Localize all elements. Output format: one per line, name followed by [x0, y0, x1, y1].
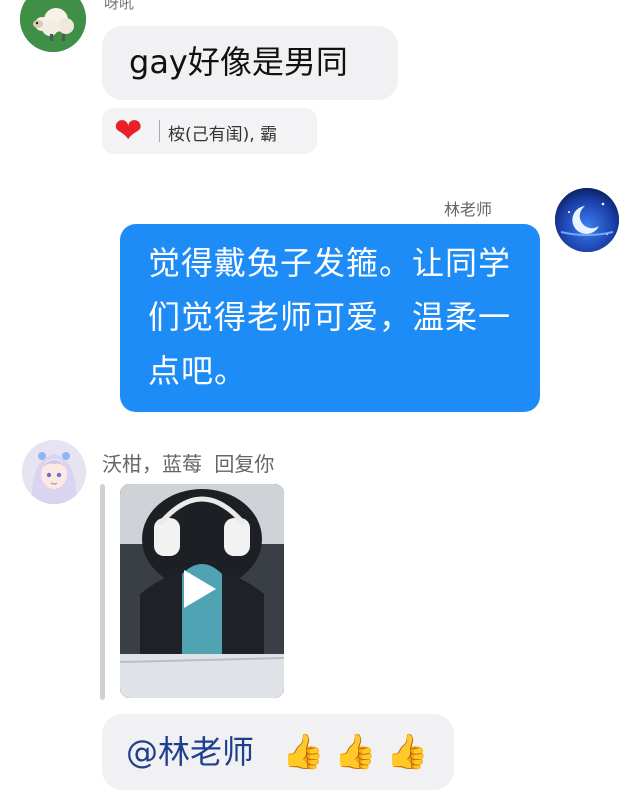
- play-icon[interactable]: [184, 570, 216, 608]
- reaction-users: 桉(己有闺), 霸: [168, 125, 278, 145]
- thumbs-up-icon: 👍: [282, 732, 325, 772]
- reaction-divider: [159, 120, 160, 142]
- heart-icon: ❤: [114, 111, 143, 151]
- reaction-bar[interactable]: ❤ 桉(己有闺), 霸: [102, 108, 317, 154]
- mention-text[interactable]: @林老师: [126, 732, 254, 772]
- sender-avatar[interactable]: [22, 440, 86, 504]
- reply-label: 回复你: [214, 452, 275, 476]
- message-bubble[interactable]: gay好像是男同: [102, 26, 398, 100]
- sender-name: 呀吼: [104, 0, 135, 12]
- message-text: gay好像是男同: [129, 43, 348, 81]
- reply-header: 沃柑，蓝莓 回复你: [102, 448, 274, 477]
- sender-name: 沃柑，蓝莓: [102, 452, 202, 476]
- sender-name: 林老师: [444, 200, 493, 219]
- anime-girl-avatar-image: [22, 440, 86, 504]
- quoted-video-thumbnail[interactable]: [120, 484, 284, 698]
- my-avatar[interactable]: [555, 188, 619, 252]
- thumbs-up-icon: 👍: [334, 732, 377, 772]
- moon-avatar-image: [555, 188, 619, 252]
- reply-quote-bar: [100, 484, 105, 700]
- sheep-avatar-image: [20, 0, 86, 52]
- sender-avatar[interactable]: [20, 0, 86, 52]
- message-text: 觉得戴兔子发箍。让同学们觉得老师可爱，温柔一点吧。: [148, 244, 512, 390]
- message-bubble[interactable]: 觉得戴兔子发箍。让同学们觉得老师可爱，温柔一点吧。: [120, 224, 540, 412]
- message-bubble[interactable]: @林老师 👍 👍 👍: [102, 714, 454, 790]
- thumbs-up-icon: 👍: [386, 732, 429, 772]
